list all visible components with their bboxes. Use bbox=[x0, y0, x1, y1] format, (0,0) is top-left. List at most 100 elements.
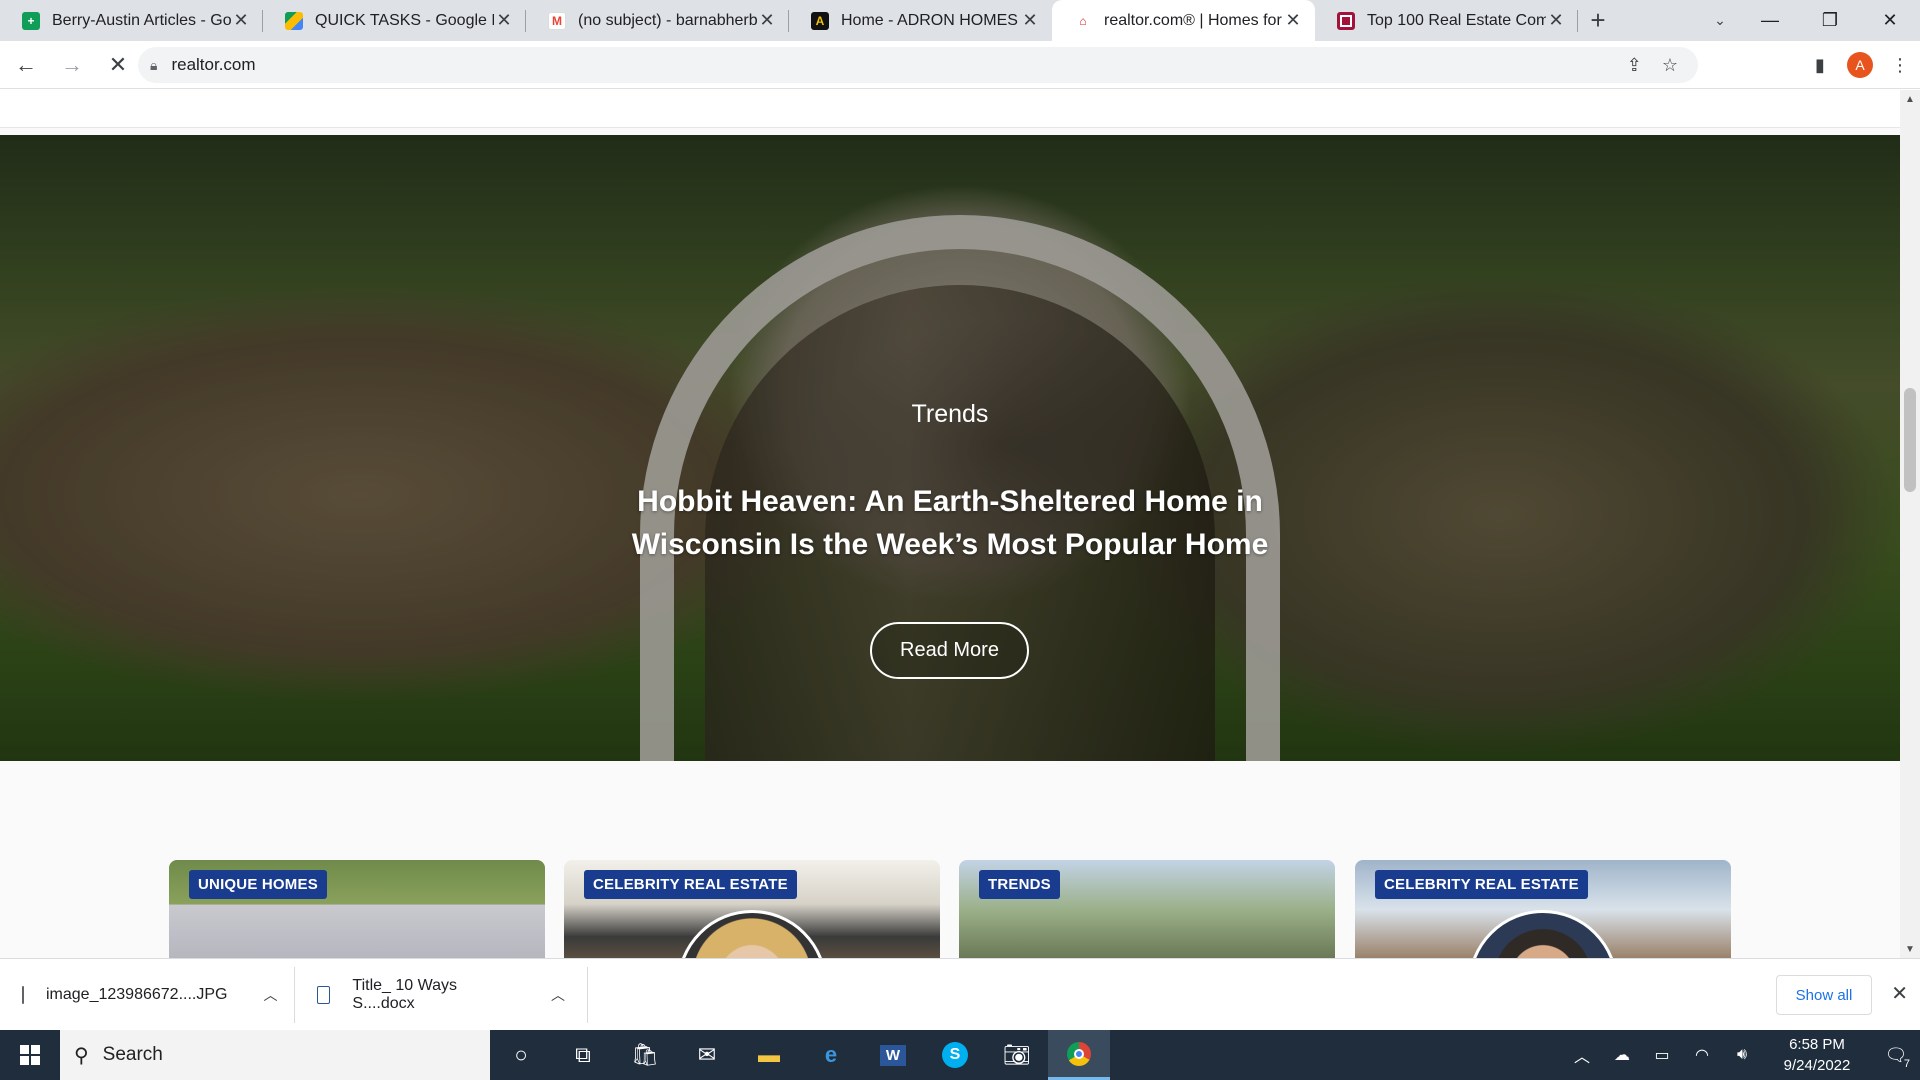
card-badge[interactable]: CELEBRITY REAL ESTATE bbox=[584, 870, 797, 899]
article-card[interactable]: TRENDS bbox=[959, 860, 1335, 958]
download-filename: image_123986672....JPG bbox=[46, 985, 228, 1003]
chevron-up-icon[interactable]: ︿ bbox=[263, 985, 277, 1005]
page-scrollbar[interactable]: ▲ ▼ bbox=[1900, 90, 1920, 958]
hero-title[interactable]: Hobbit Heaven: An Earth-Sheltered Home i… bbox=[630, 480, 1270, 566]
tab-search-chevron-icon[interactable]: ⌄ bbox=[1700, 0, 1740, 41]
download-bar: image_123986672....JPG ︿ Title_ 10 Ways … bbox=[0, 958, 1920, 1030]
edge-icon[interactable]: e bbox=[800, 1030, 862, 1080]
side-panel-icon[interactable]: ▮ bbox=[1800, 45, 1840, 85]
tab-realtor[interactable]: ⌂ realtor.com® | Homes for S ✕ bbox=[1052, 0, 1315, 41]
close-icon[interactable]: ✕ bbox=[1546, 10, 1566, 31]
skype-icon[interactable]: S bbox=[924, 1030, 986, 1080]
scrollbar-thumb[interactable] bbox=[1904, 388, 1916, 492]
file-explorer-icon[interactable]: ▬ bbox=[738, 1030, 800, 1080]
celebrity-portrait bbox=[677, 910, 827, 958]
tab-quick-tasks[interactable]: QUICK TASKS - Google Driv ✕ bbox=[263, 0, 526, 41]
system-tray: ︿ ☁ ▭ ◠ 🔊︎ 6:58 PM 9/24/2022 🗨︎ 7 bbox=[1562, 1030, 1920, 1080]
tab-adron-homes[interactable]: A Home - ADRON HOMES ✕ bbox=[789, 0, 1052, 41]
hero-content: Trends Hobbit Heaven: An Earth-Sheltered… bbox=[0, 135, 1900, 761]
drive-icon bbox=[285, 11, 303, 30]
bookmark-star-icon[interactable]: ☆ bbox=[1662, 55, 1678, 76]
address-bar[interactable]: 🔒︎ realtor.com ⇪ ☆ bbox=[138, 47, 1698, 83]
new-tab-button[interactable]: + bbox=[1578, 0, 1618, 41]
close-icon[interactable]: ✕ bbox=[1283, 10, 1303, 31]
close-icon[interactable]: ✕ bbox=[1020, 10, 1040, 31]
wifi-icon[interactable]: ◠ bbox=[1682, 1030, 1722, 1080]
word-file-icon bbox=[317, 985, 331, 1004]
volume-icon[interactable]: 🔊︎ bbox=[1722, 1030, 1762, 1080]
menu-kebab-icon[interactable]: ⋮ bbox=[1880, 45, 1920, 85]
tab-berry-austin[interactable]: + Berry-Austin Articles - Goo ✕ bbox=[0, 0, 263, 41]
taskbar-search-input[interactable]: ⚲ Search bbox=[60, 1030, 490, 1080]
scroll-down-icon[interactable]: ▼ bbox=[1900, 940, 1920, 958]
windows-taskbar: ⚲ Search ○ ⧉ 🛍︎ ✉ ▬ e W S 📷︎ ︿ ☁ ▭ ◠ 🔊︎ … bbox=[0, 1030, 1920, 1080]
battery-icon[interactable]: ▭ bbox=[1642, 1030, 1682, 1080]
window-controls: — ❐ ✕ bbox=[1740, 0, 1920, 41]
show-all-button[interactable]: Show all bbox=[1776, 975, 1872, 1015]
adron-icon: A bbox=[811, 11, 829, 30]
clock-date: 9/24/2022 bbox=[1783, 1057, 1851, 1074]
chrome-icon[interactable] bbox=[1048, 1030, 1110, 1080]
close-window-icon[interactable]: ✕ bbox=[1860, 0, 1920, 41]
tab-gmail[interactable]: M (no subject) - barnabherbs ✕ bbox=[526, 0, 789, 41]
download-item[interactable]: Title_ 10 Ways S....docx ︿ bbox=[295, 966, 588, 1023]
tab-title: realtor.com® | Homes for S bbox=[1104, 11, 1283, 29]
store-icon[interactable]: 🛍︎ bbox=[614, 1030, 676, 1080]
close-icon[interactable]: ✕ bbox=[231, 10, 251, 31]
chevron-up-icon[interactable]: ︿ bbox=[1562, 1030, 1602, 1080]
tab-title: Home - ADRON HOMES bbox=[841, 11, 1018, 29]
cortana-icon[interactable]: ○ bbox=[490, 1030, 552, 1080]
card-badge[interactable]: UNIQUE HOMES bbox=[189, 870, 327, 899]
tab-top-100[interactable]: Top 100 Real Estate Compa ✕ bbox=[1315, 0, 1578, 41]
download-filename: Title_ 10 Ways S....docx bbox=[352, 976, 458, 1012]
bookmark-red-icon bbox=[1337, 11, 1355, 30]
network-offline-icon[interactable]: ☁ bbox=[1602, 1030, 1642, 1080]
scroll-up-icon[interactable]: ▲ bbox=[1900, 90, 1920, 108]
browser-toolbar: ← → ✕ 🔒︎ realtor.com ⇪ ☆ ▮ A ⋮ bbox=[0, 41, 1920, 89]
chevron-up-icon[interactable]: ︿ bbox=[551, 985, 565, 1005]
clock-time: 6:58 PM bbox=[1789, 1036, 1845, 1053]
article-cards: UNIQUE HOMES CELEBRITY REAL ESTATE TREND… bbox=[169, 860, 1731, 958]
tab-title: Berry-Austin Articles - Goo bbox=[52, 11, 231, 29]
back-arrow-icon[interactable]: ← bbox=[6, 45, 46, 85]
download-item[interactable]: image_123986672....JPG ︿ bbox=[0, 966, 295, 1023]
close-icon[interactable]: ✕ bbox=[494, 10, 514, 31]
notification-center-icon[interactable]: 🗨︎ 7 bbox=[1872, 1030, 1920, 1080]
close-icon[interactable]: ✕ bbox=[1891, 981, 1908, 1006]
lock-icon[interactable]: 🔒︎ bbox=[150, 57, 157, 74]
realtor-icon: ⌂ bbox=[1074, 11, 1092, 30]
tab-title: (no subject) - barnabherbs bbox=[578, 11, 757, 29]
celebrity-portrait bbox=[1468, 910, 1618, 958]
image-file-icon bbox=[22, 985, 24, 1004]
site-header-strip bbox=[0, 90, 1900, 128]
mail-icon[interactable]: ✉ bbox=[676, 1030, 738, 1080]
article-card[interactable]: UNIQUE HOMES bbox=[169, 860, 545, 958]
clock[interactable]: 6:58 PM 9/24/2022 bbox=[1762, 1034, 1872, 1076]
article-card[interactable]: CELEBRITY REAL ESTATE bbox=[1355, 860, 1731, 958]
page-content: Trends Hobbit Heaven: An Earth-Sheltered… bbox=[0, 90, 1900, 958]
article-card[interactable]: CELEBRITY REAL ESTATE bbox=[564, 860, 940, 958]
card-badge[interactable]: CELEBRITY REAL ESTATE bbox=[1375, 870, 1588, 899]
stop-loading-icon[interactable]: ✕ bbox=[98, 45, 138, 85]
minimize-icon[interactable]: — bbox=[1740, 0, 1800, 41]
read-more-button[interactable]: Read More bbox=[870, 622, 1029, 679]
maximize-icon[interactable]: ❐ bbox=[1800, 0, 1860, 41]
camera-icon[interactable]: 📷︎ bbox=[986, 1030, 1048, 1080]
tab-strip: + Berry-Austin Articles - Goo ✕ QUICK TA… bbox=[0, 0, 1920, 41]
forward-arrow-icon[interactable]: → bbox=[52, 45, 92, 85]
gmail-icon: M bbox=[548, 11, 566, 30]
task-view-icon[interactable]: ⧉ bbox=[552, 1030, 614, 1080]
tab-title: Top 100 Real Estate Compa bbox=[1367, 11, 1546, 29]
card-badge[interactable]: TRENDS bbox=[979, 870, 1060, 899]
word-icon[interactable]: W bbox=[862, 1030, 924, 1080]
sheets-icon: + bbox=[22, 11, 40, 30]
url-text[interactable]: realtor.com bbox=[171, 55, 255, 75]
share-icon[interactable]: ⇪ bbox=[1627, 55, 1642, 76]
avatar[interactable]: A bbox=[1847, 52, 1873, 78]
hero-banner[interactable]: Trends Hobbit Heaven: An Earth-Sheltered… bbox=[0, 135, 1900, 761]
hero-category[interactable]: Trends bbox=[0, 400, 1900, 429]
close-icon[interactable]: ✕ bbox=[757, 10, 777, 31]
windows-start-icon[interactable] bbox=[0, 1030, 60, 1080]
search-icon: ⚲ bbox=[74, 1044, 89, 1067]
tab-title: QUICK TASKS - Google Driv bbox=[315, 11, 494, 29]
